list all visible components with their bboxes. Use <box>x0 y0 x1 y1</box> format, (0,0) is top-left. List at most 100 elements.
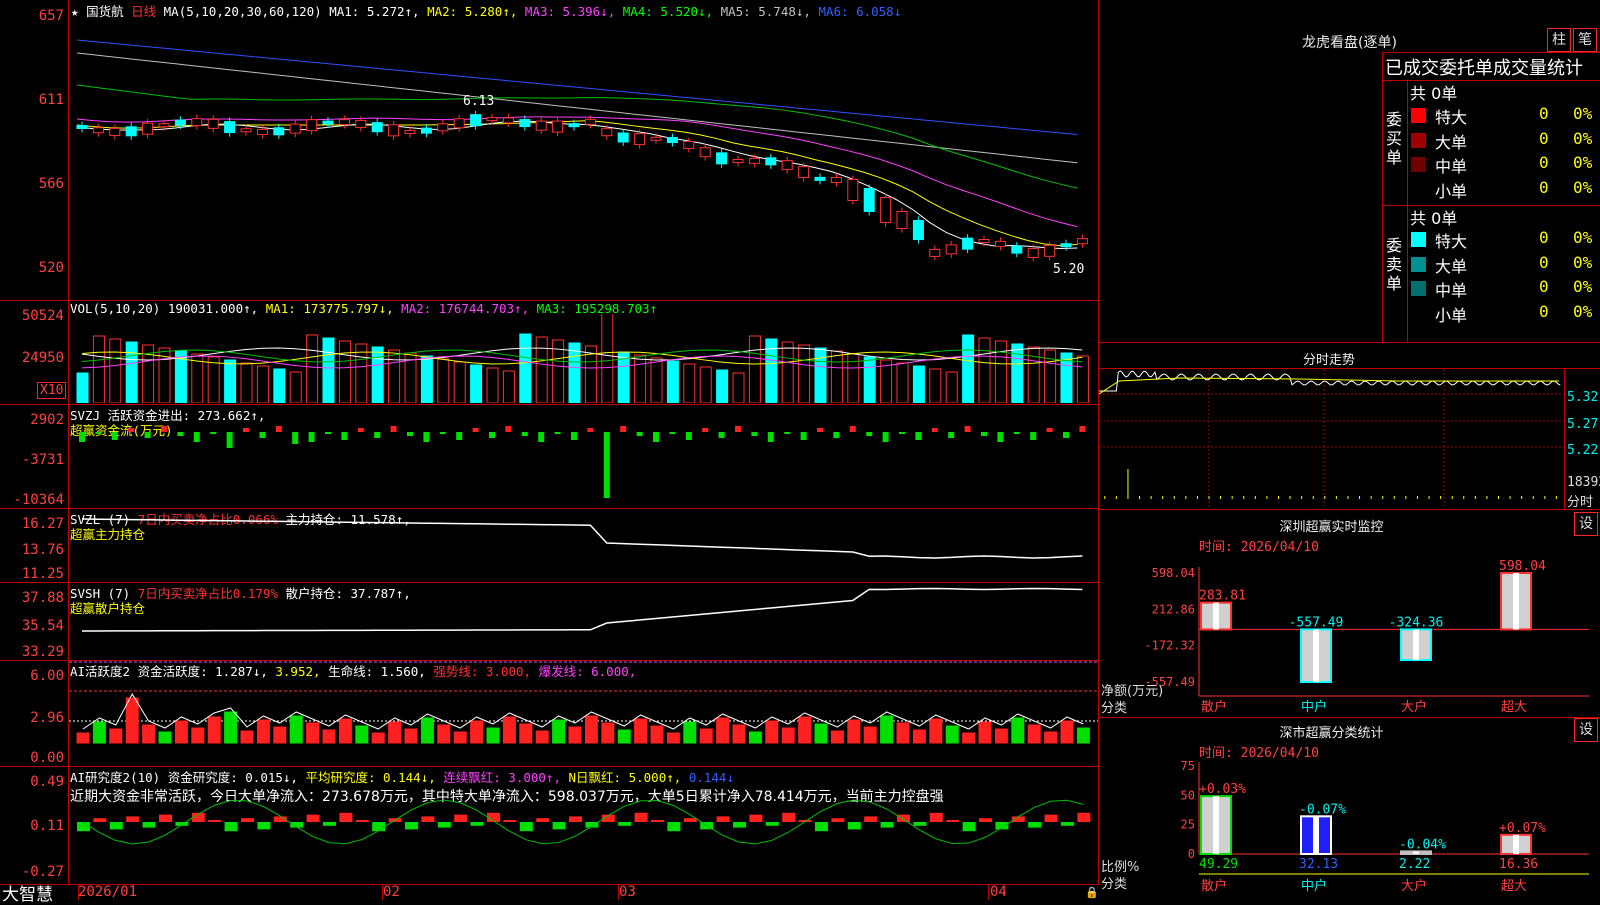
tick-mode-button[interactable]: 笔 <box>1573 28 1597 52</box>
volume-bar <box>256 365 269 403</box>
activity-bar <box>109 728 123 744</box>
svzj-bar <box>981 432 987 436</box>
activity-bar <box>552 719 566 744</box>
volume-bar <box>716 369 729 403</box>
candle-body <box>929 248 941 257</box>
volume-bar <box>798 344 811 403</box>
research-bar <box>913 822 927 826</box>
candle-body <box>289 123 301 134</box>
svsh-chart[interactable] <box>69 583 1098 660</box>
volume-bar <box>732 372 745 403</box>
activity-bar <box>683 721 697 744</box>
candle-body <box>634 133 646 146</box>
volume-bar <box>502 370 515 403</box>
research-bar <box>847 822 861 830</box>
intraday-avg-line <box>1099 377 1559 395</box>
research-bar <box>765 822 779 826</box>
volume-bar <box>699 366 712 403</box>
classify-bar-highlight <box>1513 834 1519 854</box>
price-axis-label: 566 <box>38 176 64 192</box>
research-bar <box>503 820 517 822</box>
research-bar <box>109 822 123 830</box>
classify-bar-chart[interactable]: 75 50 25 0 +0.03% 49.29 散户 -0.07% 32.13 中户 -0.04% 2… <box>1099 758 1600 900</box>
activity-bar <box>174 720 188 744</box>
volume-bar <box>1076 355 1089 403</box>
vol-unit-badge[interactable]: X10 <box>37 382 67 399</box>
research-bar <box>405 822 418 830</box>
candle-body <box>617 132 629 143</box>
research-bar <box>962 822 976 832</box>
volume-bar <box>76 372 89 403</box>
research-bar <box>618 822 632 826</box>
low-annotation: 5.20 <box>1053 262 1085 277</box>
classify-category-label: 中户 <box>1301 878 1327 894</box>
svzj-bar <box>259 432 266 438</box>
ai2-chart[interactable] <box>69 767 1098 884</box>
research-bar <box>1044 814 1058 822</box>
activity-bar <box>601 722 615 744</box>
activity-bar <box>289 715 303 744</box>
bar-mode-button[interactable]: 柱 <box>1547 28 1571 52</box>
classify-tick-label: 0 <box>1188 847 1195 861</box>
monitor-settings-button[interactable]: 设 <box>1574 512 1598 536</box>
main-chart-panel[interactable]: 657 611 566 520 ★ 国货航 日线 MA(5,10,20,30,6… <box>0 0 1100 905</box>
activity-bar <box>371 732 385 744</box>
activity-bar <box>962 732 976 744</box>
candle-body <box>683 140 695 149</box>
volume-bar <box>240 362 253 403</box>
monitor-bar-chart[interactable]: 598.04212.86-172.32-557.49283.81散户-557.4… <box>1099 555 1600 720</box>
svzl-axis-label: 16.27 <box>21 516 64 532</box>
candle-body <box>453 118 465 129</box>
activity-bar <box>92 721 106 744</box>
svzl-chart[interactable] <box>69 509 1098 582</box>
svzj-bar <box>866 432 873 436</box>
buy-color-swatch <box>1411 108 1426 123</box>
svzj-chart[interactable] <box>69 405 1098 508</box>
sell-color-swatch <box>1411 232 1426 247</box>
candle-body <box>224 121 236 134</box>
candle-body <box>437 123 449 132</box>
activity-bar <box>929 718 943 744</box>
svzj-bar <box>308 432 315 442</box>
svzj-bar <box>128 428 135 432</box>
sell-row-pct: 0% <box>1573 252 1593 272</box>
volume-bar <box>338 340 351 403</box>
monitor-bar-highlight <box>1313 629 1319 682</box>
candle-body <box>568 123 580 128</box>
buy-row-name: 小单 <box>1435 181 1468 201</box>
activity-bar <box>896 722 910 744</box>
candle-body <box>76 125 88 129</box>
sell-row-count: 0 <box>1539 228 1549 247</box>
lock-icon[interactable]: 🔒 <box>1085 886 1099 899</box>
svzj-bar <box>669 432 676 434</box>
sell-row-pct: 0% <box>1573 228 1593 247</box>
intraday-chart[interactable] <box>1099 369 1564 509</box>
activity-bar <box>420 717 434 744</box>
volume-chart[interactable] <box>69 314 1098 403</box>
classify-category-label: 超大 <box>1501 879 1527 894</box>
research-bar <box>831 818 845 822</box>
research-bar <box>880 822 894 828</box>
ai1-axis-label: 6.00 <box>30 668 64 684</box>
volume-bar <box>814 347 827 403</box>
date-label: 02 <box>383 884 400 900</box>
brand-logo[interactable]: 大智慧 <box>2 880 53 905</box>
sell-row-name: 大单 <box>1435 256 1468 276</box>
activity-bar <box>502 716 516 744</box>
svzj-bar <box>521 432 528 436</box>
date-label: 03 <box>619 884 636 900</box>
candlestick-chart[interactable] <box>69 15 1098 299</box>
classify-bar-highlight <box>1213 796 1219 854</box>
candle-body <box>880 197 892 223</box>
classify-settings-button[interactable]: 设 <box>1574 718 1598 742</box>
activity-bar <box>1027 724 1041 744</box>
svzj-bar <box>374 432 381 438</box>
ma3-line <box>76 116 1078 228</box>
activity-bar <box>781 727 795 744</box>
research-bar <box>1077 812 1091 822</box>
ai1-chart[interactable] <box>69 661 1098 766</box>
buy-row-count: 0 <box>1539 153 1549 172</box>
price-axis-label: 520 <box>38 260 64 276</box>
research-bar <box>339 812 353 822</box>
svzj-bar <box>111 432 118 440</box>
